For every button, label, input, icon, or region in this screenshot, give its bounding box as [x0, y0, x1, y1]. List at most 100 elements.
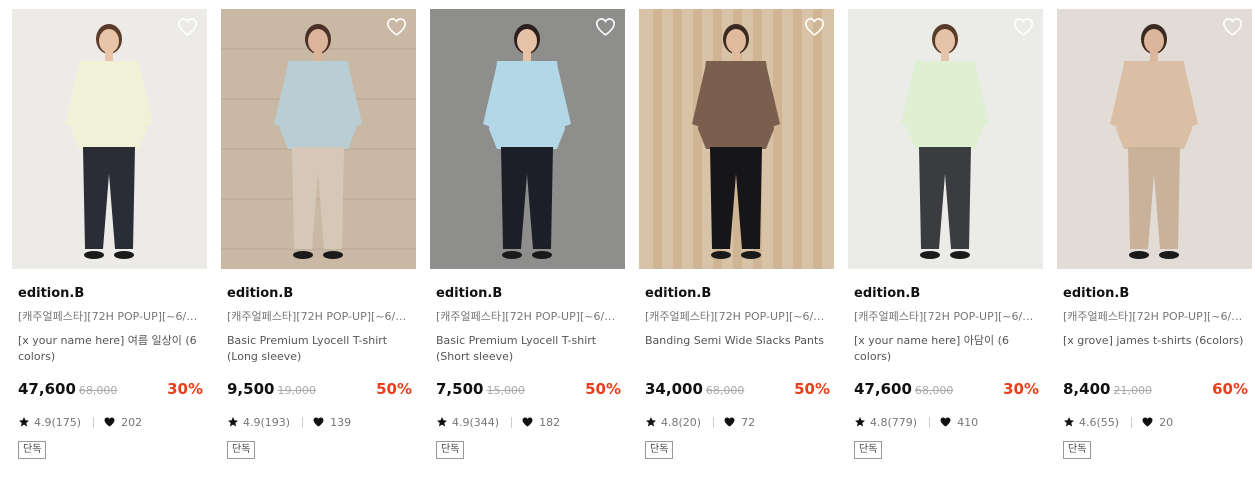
- original-price: 68,000: [914, 384, 954, 397]
- rating-text: 4.9(344): [452, 415, 500, 429]
- price-row: 34,000 68,000 50%: [639, 380, 834, 400]
- price-row: 8,400 21,000 60%: [1057, 380, 1252, 400]
- discount-rate: 50%: [585, 380, 621, 398]
- discount-rate: 50%: [794, 380, 830, 398]
- divider: [93, 416, 95, 428]
- promo-tag: [캐주얼페스타][72H POP-UP][~6/12 10시]: [854, 310, 1037, 323]
- product-image[interactable]: [221, 9, 416, 269]
- rating-text: 4.8(20): [661, 415, 702, 429]
- original-price: 68,000: [78, 384, 118, 397]
- heart-icon: [940, 417, 951, 427]
- promo-tag: [캐주얼페스타][72H POP-UP][~6/12 10시]: [436, 310, 619, 323]
- product-name[interactable]: [x your name here] 아담이 (6 colors): [848, 333, 1038, 365]
- sale-price: 9,500: [227, 380, 275, 398]
- divider: [302, 416, 304, 428]
- exclusive-badge: 단독: [854, 441, 883, 459]
- star-icon: [1064, 417, 1074, 427]
- review-meta: 4.6(55) 20: [1057, 415, 1252, 429]
- brand-name[interactable]: edition.B: [848, 286, 1043, 302]
- review-meta: 4.8(779) 410: [848, 415, 1043, 429]
- star-icon: [437, 417, 447, 427]
- brand-name[interactable]: edition.B: [430, 286, 625, 302]
- likes-count: 20: [1159, 415, 1174, 429]
- model-photo: [639, 9, 834, 269]
- product-card[interactable]: edition.B [캐주얼페스타][72H POP-UP][~6/12 10시]…: [221, 9, 416, 459]
- price-row: 47,600 68,000 30%: [848, 380, 1043, 400]
- wishlist-heart-icon[interactable]: [595, 17, 616, 37]
- product-card[interactable]: edition.B [캐주얼페스타][72H POP-UP][~6/12 10시]…: [1057, 9, 1252, 459]
- original-price: 15,000: [486, 384, 525, 397]
- rating-text: 4.6(55): [1079, 415, 1120, 429]
- wishlist-heart-icon[interactable]: [1013, 17, 1034, 37]
- sale-price: 47,600: [18, 380, 76, 398]
- original-price: 68,000: [705, 384, 745, 397]
- likes-count: 202: [121, 415, 143, 429]
- product-name[interactable]: Basic Premium Lyocell T-shirt (Long slee…: [221, 333, 411, 365]
- product-image[interactable]: [12, 9, 207, 269]
- promo-tag: [캐주얼페스타][72H POP-UP][~6/12 10시]: [227, 310, 410, 323]
- likes-count: 410: [957, 415, 979, 429]
- divider: [511, 416, 513, 428]
- divider: [929, 416, 931, 428]
- review-meta: 4.9(175) 202: [12, 415, 207, 429]
- product-card[interactable]: edition.B [캐주얼페스타][72H POP-UP][~6/12 10시]…: [848, 9, 1043, 459]
- star-icon: [855, 417, 865, 427]
- divider: [1131, 416, 1133, 428]
- rating-text: 4.9(175): [34, 415, 82, 429]
- brand-name[interactable]: edition.B: [1057, 286, 1252, 302]
- model-photo: [1057, 9, 1252, 269]
- product-card[interactable]: edition.B [캐주얼페스타][72H POP-UP][~6/12 10시]…: [12, 9, 207, 459]
- promo-tag: [캐주얼페스타][72H POP-UP][~6/12 10시]: [645, 310, 828, 323]
- product-card[interactable]: edition.B [캐주얼페스타][72H POP-UP][~6/12 10시]…: [430, 9, 625, 459]
- price-row: 7,500 15,000 50%: [430, 380, 625, 400]
- divider: [713, 416, 715, 428]
- exclusive-badge: 단독: [436, 441, 465, 459]
- product-image[interactable]: [848, 9, 1043, 269]
- sale-price: 8,400: [1063, 380, 1111, 398]
- brand-name[interactable]: edition.B: [221, 286, 416, 302]
- rating-text: 4.8(779): [870, 415, 918, 429]
- product-image[interactable]: [639, 9, 834, 269]
- promo-tag: [캐주얼페스타][72H POP-UP][~6/12 10시]: [1063, 310, 1246, 323]
- likes-count: 182: [539, 415, 561, 429]
- heart-icon: [104, 417, 115, 427]
- discount-rate: 50%: [376, 380, 412, 398]
- star-icon: [19, 417, 29, 427]
- heart-icon: [724, 417, 735, 427]
- wishlist-heart-icon[interactable]: [386, 17, 407, 37]
- wishlist-heart-icon[interactable]: [804, 17, 825, 37]
- product-image[interactable]: [1057, 9, 1252, 269]
- product-name[interactable]: Basic Premium Lyocell T-shirt (Short sle…: [430, 333, 620, 365]
- brand-name[interactable]: edition.B: [639, 286, 834, 302]
- model-photo: [12, 9, 207, 269]
- likes-count: 72: [741, 415, 756, 429]
- review-meta: 4.8(20) 72: [639, 415, 834, 429]
- product-card[interactable]: edition.B [캐주얼페스타][72H POP-UP][~6/12 10시]…: [639, 9, 834, 459]
- likes-count: 139: [330, 415, 352, 429]
- wishlist-heart-icon[interactable]: [177, 17, 198, 37]
- star-icon: [646, 417, 656, 427]
- heart-icon: [1142, 417, 1153, 427]
- heart-icon: [522, 417, 533, 427]
- price-row: 47,600 68,000 30%: [12, 380, 207, 400]
- original-price: 21,000: [1113, 384, 1152, 397]
- product-grid: edition.B [캐주얼페스타][72H POP-UP][~6/12 10시]…: [12, 9, 1252, 459]
- discount-rate: 30%: [1003, 380, 1039, 398]
- product-name[interactable]: [x grove] james t-shirts (6colors): [1057, 333, 1247, 365]
- product-name[interactable]: [x your name here] 여름 일상이 (6 colors): [12, 333, 202, 365]
- wishlist-heart-icon[interactable]: [1222, 17, 1243, 37]
- rating-text: 4.9(193): [243, 415, 291, 429]
- price-row: 9,500 19,000 50%: [221, 380, 416, 400]
- model-photo: [848, 9, 1043, 269]
- original-price: 19,000: [277, 384, 316, 397]
- heart-icon: [313, 417, 324, 427]
- exclusive-badge: 단독: [645, 441, 674, 459]
- product-image[interactable]: [430, 9, 625, 269]
- discount-rate: 60%: [1212, 380, 1248, 398]
- brand-name[interactable]: edition.B: [12, 286, 207, 302]
- product-name[interactable]: Banding Semi Wide Slacks Pants: [639, 333, 829, 365]
- model-photo: [430, 9, 625, 269]
- sale-price: 47,600: [854, 380, 912, 398]
- sale-price: 34,000: [645, 380, 703, 398]
- sale-price: 7,500: [436, 380, 484, 398]
